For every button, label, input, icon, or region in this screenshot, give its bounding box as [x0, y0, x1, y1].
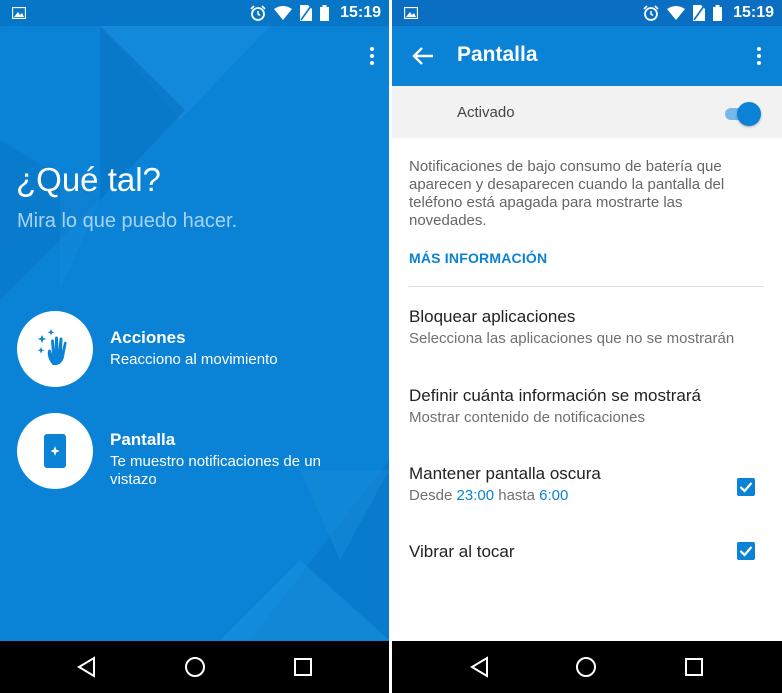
from-time[interactable]: 23:00: [457, 487, 495, 504]
keep-dark-checkbox[interactable]: [737, 478, 755, 496]
to-time[interactable]: 6:00: [539, 487, 568, 504]
actions-icon-circle: [17, 311, 93, 387]
from-label: Desde: [409, 487, 453, 504]
display-settings-screen: 15:19 Pantalla Activado Notificaciones d…: [392, 0, 782, 693]
greeting-title: ¿Qué tal?: [16, 161, 161, 198]
feature-display[interactable]: Pantalla Te muestro notificaciones de un…: [17, 413, 377, 493]
setting-block-apps[interactable]: Bloquear aplicaciones Selecciona las apl…: [409, 307, 764, 348]
setting-keep-dark[interactable]: Mantener pantalla oscura Desde 23:00 has…: [409, 464, 764, 505]
wifi-icon: [274, 6, 292, 20]
back-arrow-icon[interactable]: [412, 46, 434, 66]
clock: 15:19: [733, 4, 774, 21]
phone-icon: [44, 434, 66, 468]
setting-title: Definir cuánta información se mostrará: [409, 386, 701, 405]
home-nav-icon[interactable]: [184, 656, 206, 678]
feature-description: Notificaciones de bajo consumo de baterí…: [409, 158, 725, 229]
display-icon-circle: [17, 413, 93, 489]
home-nav-icon[interactable]: [575, 656, 597, 678]
battery-icon: [713, 5, 722, 21]
app-bar: Pantalla: [392, 26, 782, 86]
check-icon: [739, 482, 753, 493]
more-info-link[interactable]: MÁS INFORMACIÓN: [409, 250, 547, 266]
navigation-bar: [392, 641, 782, 693]
greeting-subtitle: Mira lo que puedo hacer.: [17, 210, 238, 232]
status-bar: 15:19: [0, 0, 389, 26]
feature-actions-title: Acciones: [110, 328, 186, 347]
divider: [409, 286, 764, 287]
setting-title: Vibrar al tocar: [409, 542, 515, 561]
activated-label: Activado: [457, 104, 515, 121]
setting-subtitle: Mostrar contenido de notificaciones: [409, 409, 645, 426]
status-bar: 15:19: [392, 0, 782, 26]
intro-screen: 15:19 ¿Qué tal? Mira lo que puedo hacer.…: [0, 0, 389, 693]
feature-display-title: Pantalla: [110, 430, 176, 449]
image-notification-icon: [12, 7, 26, 19]
setting-define-info[interactable]: Definir cuánta información se mostrará M…: [409, 386, 764, 427]
feature-display-desc: Te muestro notificaciones de un vistazo: [110, 453, 321, 488]
image-notification-icon: [404, 7, 418, 19]
activated-switch-thumb[interactable]: [737, 102, 761, 126]
overflow-menu-icon[interactable]: [369, 46, 375, 66]
alarm-icon: [250, 5, 266, 21]
to-label: hasta: [498, 487, 535, 504]
no-sim-icon: [693, 5, 705, 21]
page-title: Pantalla: [457, 43, 538, 66]
battery-icon: [320, 5, 329, 21]
recents-nav-icon[interactable]: [683, 656, 705, 678]
clock: 15:19: [340, 4, 381, 21]
setting-vibrate[interactable]: Vibrar al tocar: [409, 542, 764, 562]
recents-nav-icon[interactable]: [292, 656, 314, 678]
check-icon: [739, 546, 753, 557]
wave-hand-icon: [37, 329, 67, 366]
vibrate-checkbox[interactable]: [737, 542, 755, 560]
setting-subtitle: Selecciona las aplicaciones que no se mo…: [409, 330, 735, 347]
feature-actions[interactable]: Acciones Reacciono al movimiento: [17, 311, 377, 391]
setting-title: Mantener pantalla oscura: [409, 464, 601, 483]
activated-row[interactable]: Activado: [392, 86, 782, 138]
back-nav-icon[interactable]: [76, 656, 98, 678]
back-nav-icon[interactable]: [469, 656, 491, 678]
overflow-menu-icon[interactable]: [756, 46, 762, 66]
setting-subtitle: Desde 23:00 hasta 6:00: [409, 487, 764, 505]
navigation-bar: [0, 641, 389, 693]
alarm-icon: [643, 5, 659, 21]
feature-actions-desc: Reacciono al movimiento: [110, 351, 278, 368]
no-sim-icon: [300, 5, 312, 21]
wifi-icon: [667, 6, 685, 20]
setting-title: Bloquear aplicaciones: [409, 307, 576, 326]
